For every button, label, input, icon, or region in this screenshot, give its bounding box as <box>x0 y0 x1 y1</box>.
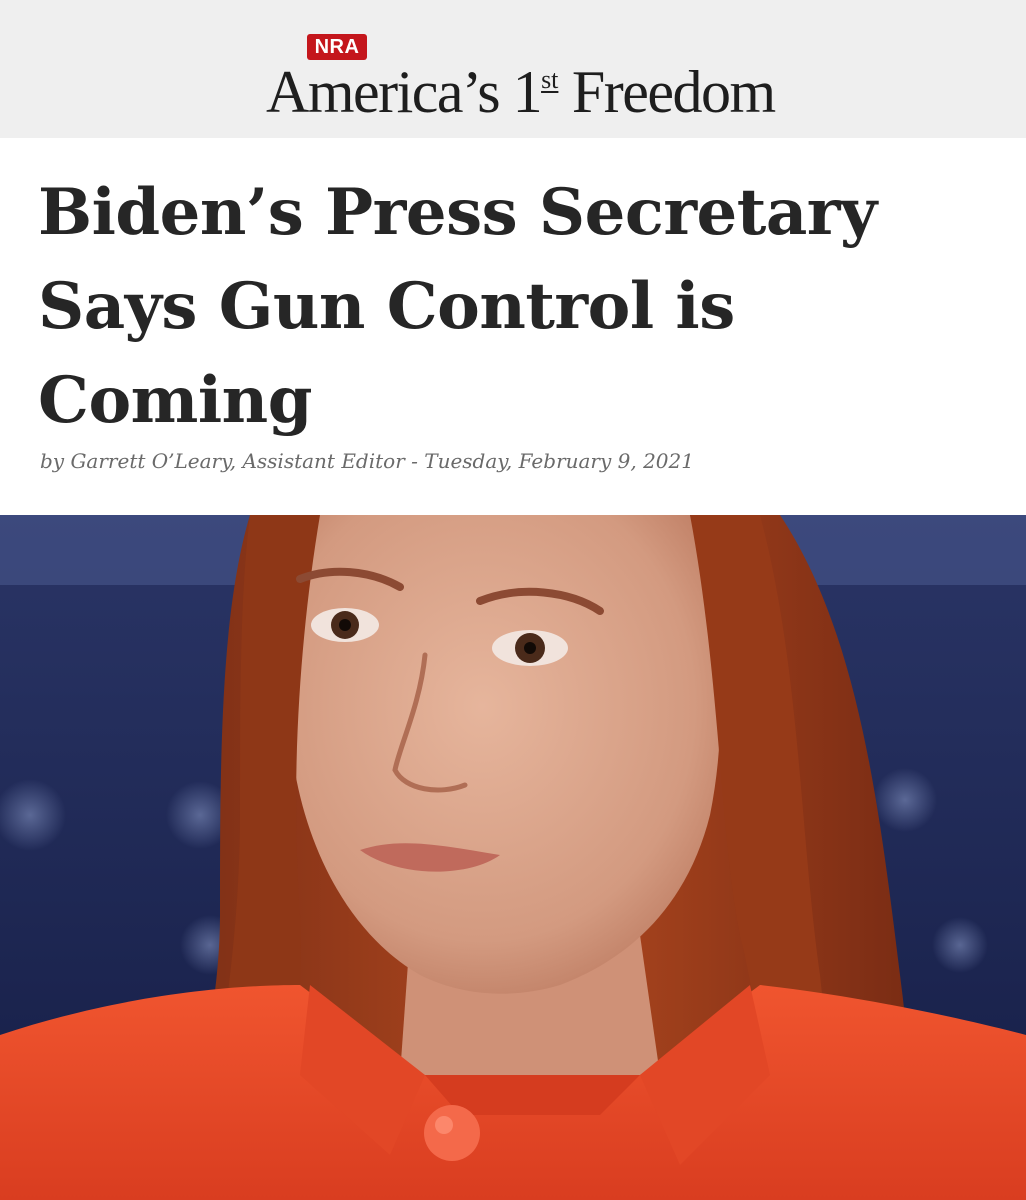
bokeh-light <box>873 768 937 832</box>
pupil-right <box>524 642 536 654</box>
site-title-sup: st <box>541 65 559 94</box>
article-title-line-2: Says Gun Control is <box>38 269 735 344</box>
article-title-line-1: Biden’s Press Secretary <box>38 175 877 250</box>
pupil-left <box>339 619 351 631</box>
button-highlight <box>435 1116 453 1134</box>
site-title-end: Freedom <box>571 59 776 125</box>
masthead: NRA America’s 1st Freedom <box>0 0 1026 138</box>
bokeh-light <box>932 917 988 973</box>
site-title: America’s 1st Freedom <box>266 48 776 125</box>
jacket-button <box>424 1105 480 1161</box>
article-byline: by Garrett O’Leary, Assistant Editor - T… <box>40 449 694 473</box>
site-logo[interactable]: NRA America’s 1st Freedom <box>266 34 776 124</box>
article-hero-photo <box>0 515 1026 1200</box>
article-title: Biden’s Press Secretary Says Gun Control… <box>38 166 998 448</box>
portrait-illustration <box>0 515 1026 1200</box>
site-title-main: America’s 1 <box>266 59 543 125</box>
article-title-line-3: Coming <box>38 363 312 438</box>
